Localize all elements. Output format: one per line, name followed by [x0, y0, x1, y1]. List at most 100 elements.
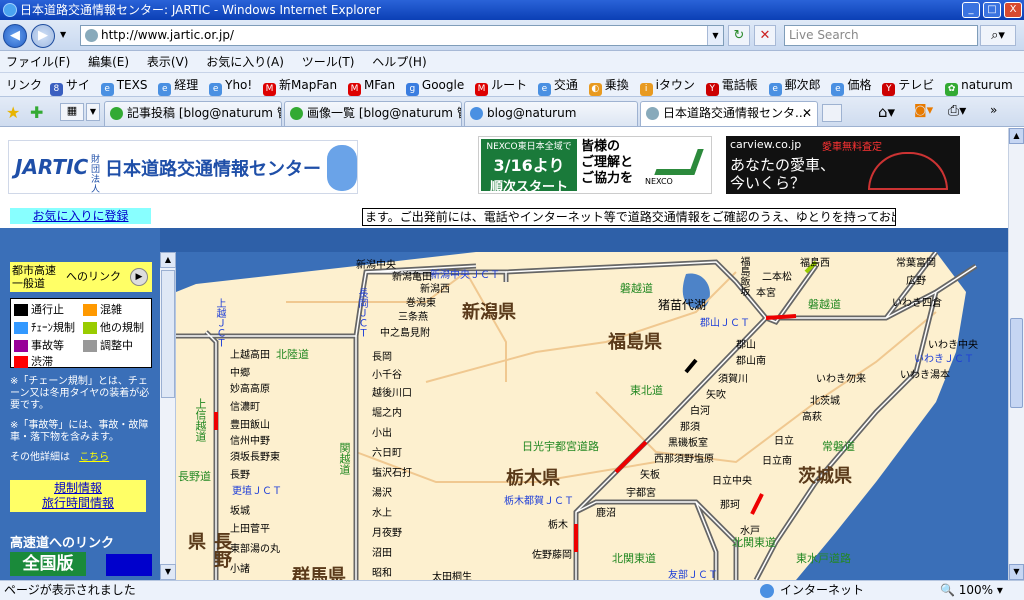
place-label: 堀之内: [372, 408, 402, 419]
link-item[interactable]: Y 電話帳: [705, 73, 758, 96]
scroll-up-icon[interactable]: ▲: [1009, 128, 1024, 144]
minimize-button[interactable]: _: [962, 2, 980, 18]
page-scrollbar[interactable]: ▲ ▼: [1008, 128, 1024, 580]
place-label: いわき勿来: [816, 374, 866, 385]
route-kitakanto: 北関東道: [612, 552, 656, 565]
link-item[interactable]: e TEXS: [100, 73, 147, 96]
scroll-up-icon[interactable]: ▲: [160, 252, 176, 268]
close-window-button[interactable]: X: [1004, 2, 1022, 18]
place-label: 郡山: [736, 340, 756, 351]
city-road-link[interactable]: 都市高速 一般道 へのリンク ▶: [10, 262, 152, 292]
link-item[interactable]: Y テレビ: [882, 73, 934, 96]
link-item[interactable]: M MFan: [347, 73, 395, 96]
link-item[interactable]: e 交通: [537, 73, 578, 96]
close-tab-icon[interactable]: ✕: [802, 102, 812, 125]
city-link-text: 都市高速: [12, 264, 56, 277]
menu-tools[interactable]: ツール(T): [302, 55, 355, 69]
favorites-star-icon[interactable]: ★: [6, 103, 20, 122]
link-item[interactable]: ◐ 乗換: [588, 73, 629, 96]
place-label: 日立: [774, 436, 794, 447]
print-icon[interactable]: ⎙▾: [948, 103, 966, 119]
place-label: いわき中央: [928, 340, 978, 351]
address-dropdown-icon[interactable]: ▼: [707, 26, 723, 45]
new-tab-button[interactable]: [822, 104, 842, 122]
place-label: 新潟中央: [356, 260, 396, 271]
tab-blog[interactable]: blog@naturum: [464, 101, 638, 126]
link-item[interactable]: g Google: [405, 73, 464, 96]
feeds-icon[interactable]: ◙▾: [914, 103, 933, 118]
link-item[interactable]: i iタウン: [639, 73, 695, 96]
mapfan-icon: M: [263, 83, 277, 96]
nexco-banner[interactable]: NEXCO東日本全域で 3/16より 順次スタート 皆様の ご理解と ご協力を …: [478, 136, 712, 195]
map-scrollbar[interactable]: ▲ ▼: [160, 252, 176, 580]
place-label: 黒磯板室: [668, 438, 708, 449]
menu-help[interactable]: ヘルプ(H): [372, 55, 426, 69]
history-dropdown-icon[interactable]: ▼: [60, 30, 66, 39]
jct-label: 上越ＪＣＴ: [214, 298, 225, 348]
regulation-info-link[interactable]: 規制情報 旅行時間情報: [10, 480, 146, 512]
link-item[interactable]: e 郵次郎: [768, 73, 821, 96]
link-item[interactable]: e Yho!: [209, 73, 252, 96]
scroll-down-icon[interactable]: ▼: [160, 564, 176, 580]
tab-jartic[interactable]: 日本道路交通情報センタ... ✕: [640, 101, 818, 126]
tab-image-list[interactable]: 画像一覧 [blog@naturum 管...: [284, 101, 462, 126]
scroll-thumb[interactable]: [161, 270, 175, 398]
link-item[interactable]: M ルート: [475, 73, 527, 96]
ad-text: NEXCO: [645, 177, 673, 186]
menu-file[interactable]: ファイル(F): [6, 55, 70, 69]
link-item[interactable]: e 価格: [831, 73, 871, 96]
address-input[interactable]: http://www.jartic.or.jp/ ▼: [80, 25, 724, 46]
other-detail-link[interactable]: こちら: [79, 452, 109, 463]
ie-page-icon: e: [537, 83, 551, 96]
traffic-map[interactable]: 新潟県 福島県 栃木県 茨城県 長野県 群馬県 北陸道 関越道 磐越道 磐越道 …: [176, 252, 1008, 580]
pref-fukushima: 福島県: [608, 332, 662, 353]
place-label: 高萩: [802, 412, 822, 423]
link-item[interactable]: ✿ naturum: [945, 73, 1013, 96]
place-label: 信州中野: [230, 436, 270, 447]
nationwide-button[interactable]: 全国版: [10, 552, 86, 576]
refresh-button[interactable]: ↻: [728, 25, 750, 46]
maximize-button[interactable]: □: [983, 2, 1001, 18]
address-url: http://www.jartic.or.jp/: [101, 28, 234, 42]
place-label: 昭和: [372, 568, 392, 579]
place-label: 信濃町: [230, 402, 260, 413]
other-detail-text: その他詳細は: [10, 452, 70, 463]
add-favorite-link[interactable]: お気に入りに登録: [10, 208, 151, 224]
stop-button[interactable]: ✕: [754, 25, 776, 46]
tab-list-icon[interactable]: ▼: [86, 103, 100, 121]
place-label: 中之島見附: [380, 328, 430, 339]
home-icon[interactable]: ⌂▾: [878, 103, 895, 121]
carview-banner[interactable]: carview.co.jp 愛車無料査定 あなたの愛車、 今いくら？: [726, 136, 960, 194]
jartic-logo[interactable]: JARTIC 財団法人 日本道路交通情報センター: [8, 140, 358, 195]
link-item[interactable]: M 新MapFan: [263, 73, 337, 96]
place-label: 二本松: [762, 272, 792, 283]
forward-button[interactable]: ▶: [31, 24, 55, 48]
menu-view[interactable]: 表示(V): [147, 55, 189, 69]
region-button[interactable]: [106, 554, 152, 576]
link-item[interactable]: e 経理: [158, 73, 198, 96]
place-label: 妙高高原: [230, 384, 270, 395]
status-text: ページが表示されました: [4, 583, 136, 597]
news-ticker: ます。ご出発前には、電話やインターネット等で道路交通情報をご確認のうえ、ゆとりを…: [362, 208, 896, 226]
jct-label: 新潟中央ＪＣＴ: [430, 270, 500, 281]
scroll-thumb[interactable]: [1010, 318, 1023, 408]
link-item[interactable]: 8 サイ: [49, 73, 90, 96]
route-joshinetsu: 上信越道: [194, 398, 207, 442]
route-tohoku: 東北道: [630, 384, 663, 397]
search-button[interactable]: ⌕▾: [980, 25, 1016, 46]
scroll-down-icon[interactable]: ▼: [1009, 564, 1024, 580]
menu-favorites[interactable]: お気に入り(A): [206, 55, 284, 69]
city-link-text: へのリンク: [66, 270, 121, 283]
toolbar-overflow-icon[interactable]: »: [990, 103, 997, 117]
add-favorite-icon[interactable]: ✚: [30, 103, 43, 122]
quick-tabs-icon[interactable]: ▦: [60, 103, 84, 121]
ad-text: 愛車無料査定: [822, 142, 882, 153]
back-button[interactable]: ◀: [3, 24, 27, 48]
zoom-control[interactable]: 🔍 100% ▾: [940, 581, 1003, 600]
search-input[interactable]: Live Search: [784, 25, 978, 46]
menu-edit[interactable]: 編集(E): [88, 55, 129, 69]
ie-page-icon: [470, 107, 483, 120]
place-label: 豊田飯山: [230, 420, 270, 431]
tab-article-post[interactable]: 記事投稿 [blog@naturum 管...: [104, 101, 282, 126]
place-label: 須坂長野東: [230, 452, 280, 463]
